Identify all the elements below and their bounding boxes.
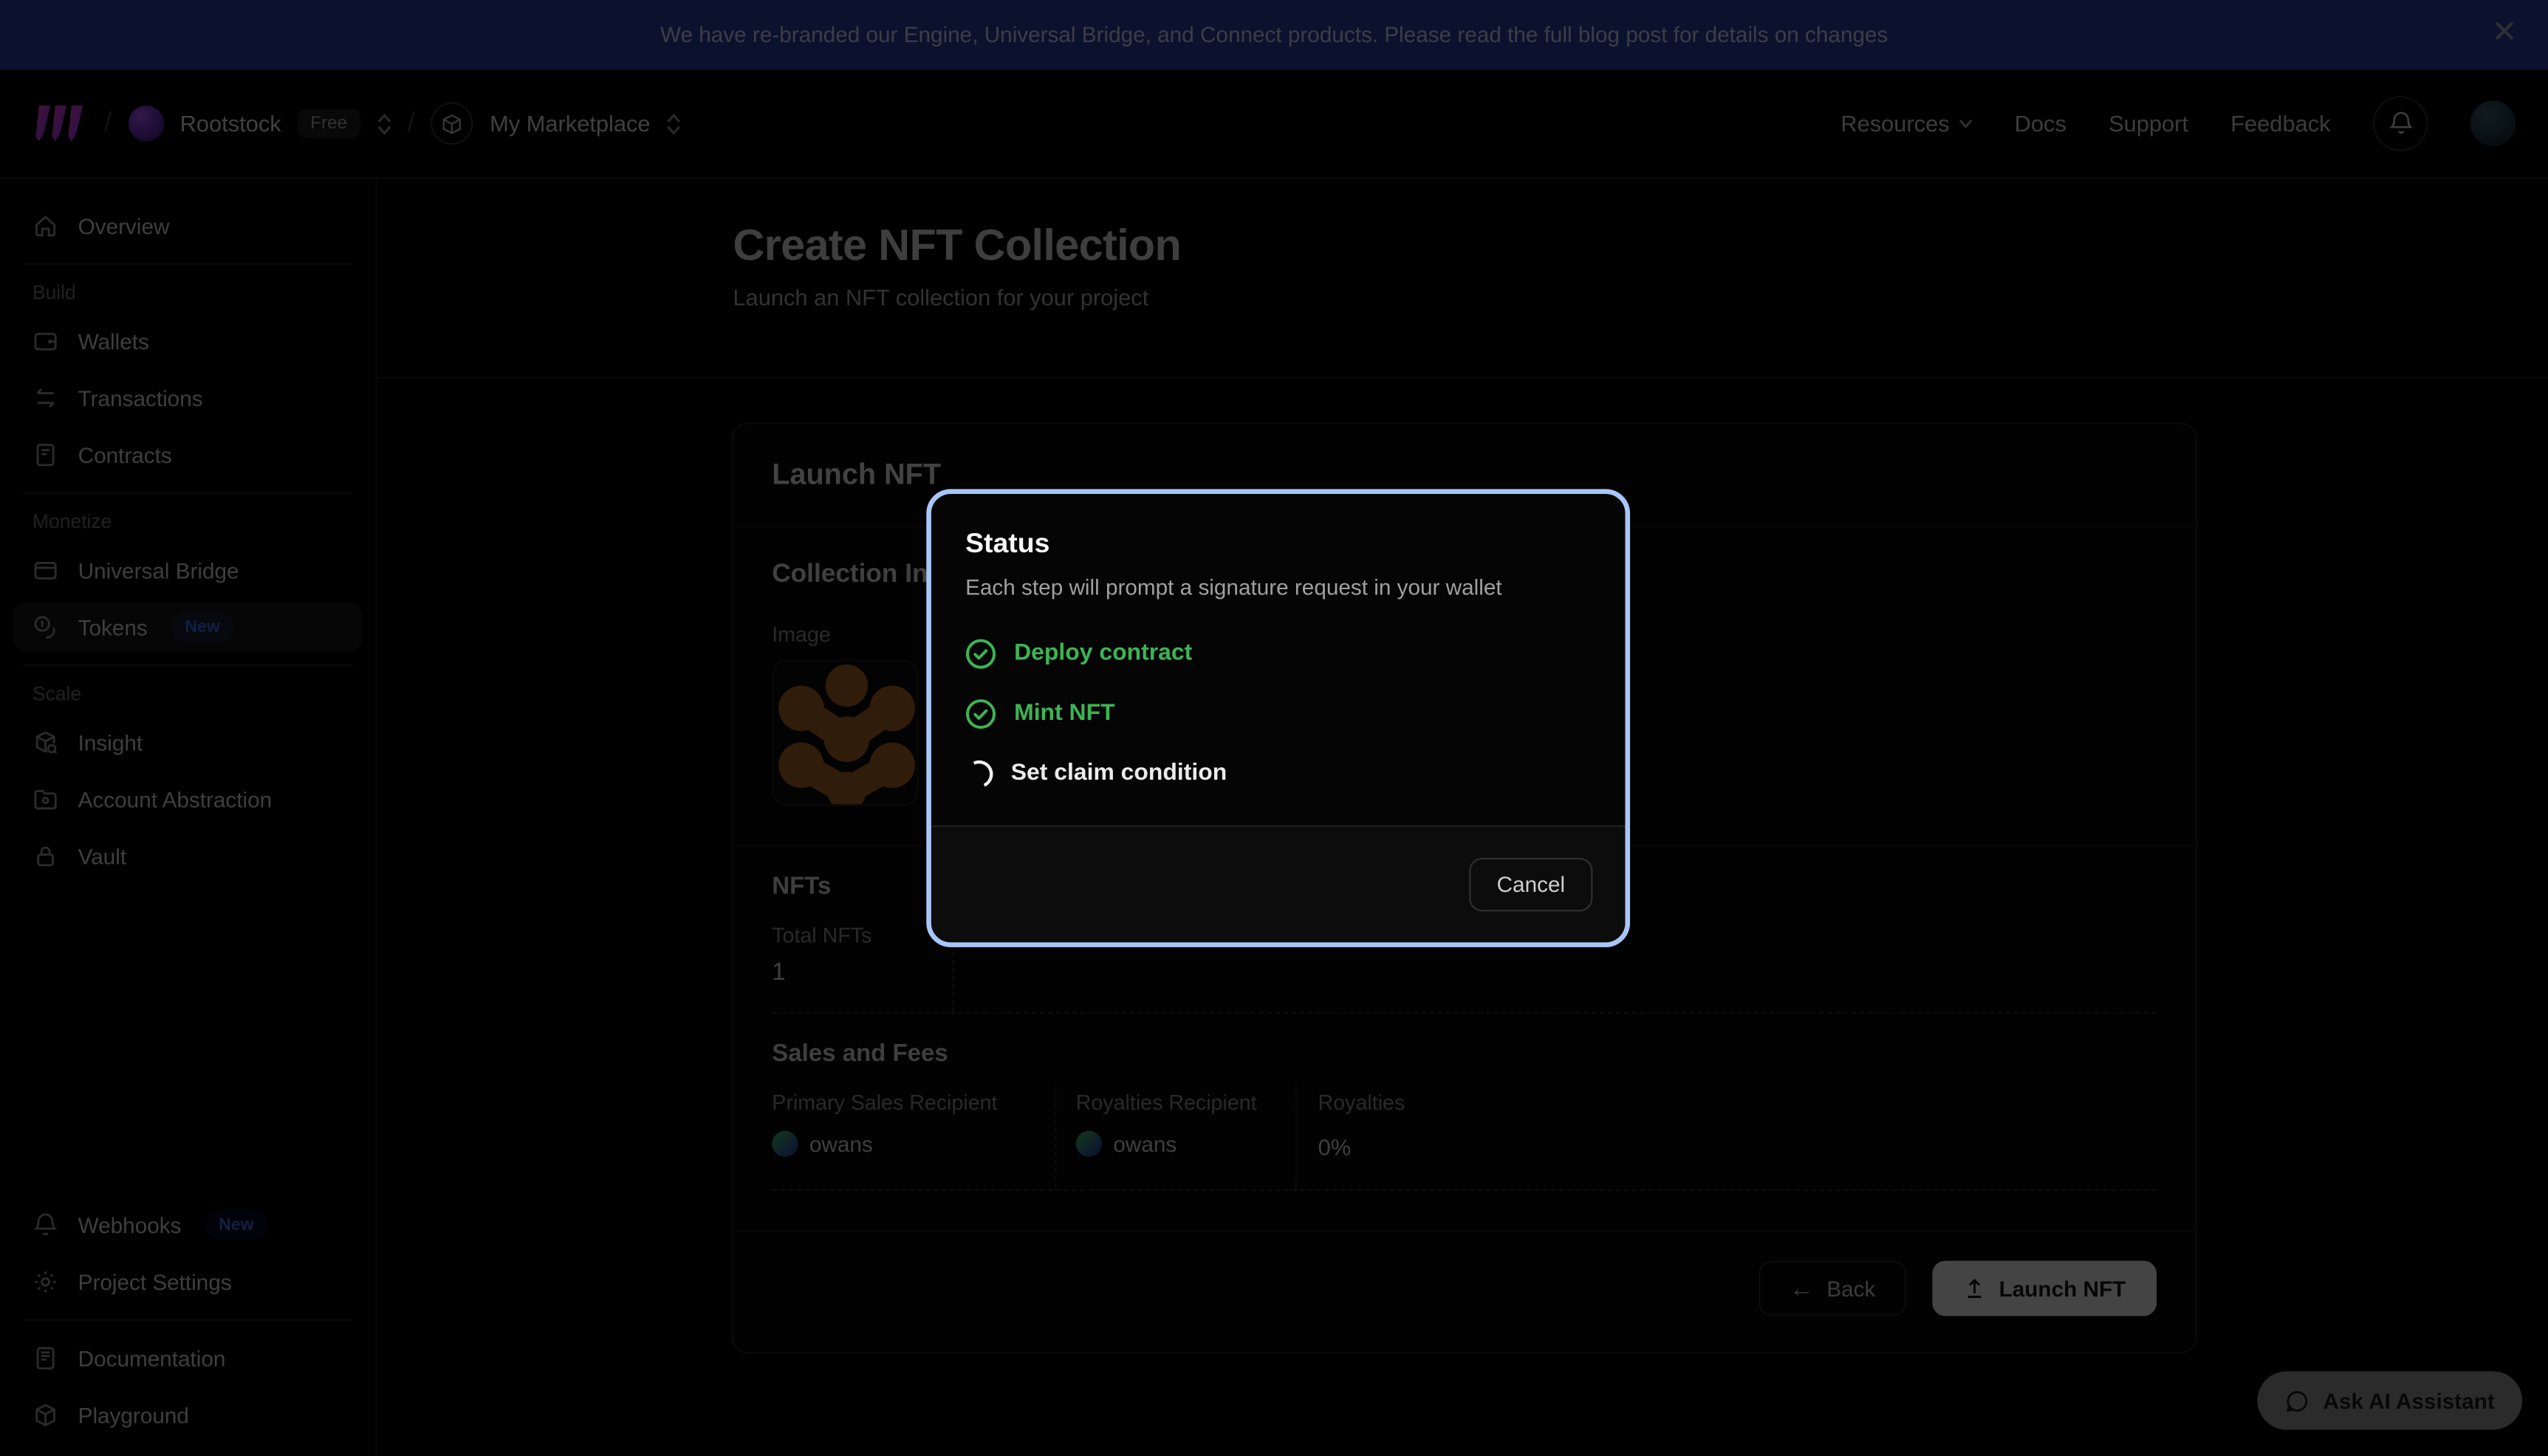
spinner-icon	[962, 755, 997, 791]
step-mint-nft: Mint NFT	[965, 696, 1591, 731]
step-set-claim-condition: Set claim condition	[965, 755, 1591, 791]
app-window: We have re-branded our Engine, Universal…	[0, 0, 2548, 1456]
status-dialog: Status Each step will prompt a signature…	[926, 489, 1630, 947]
step-deploy-contract: Deploy contract	[965, 635, 1591, 670]
dialog-title: Status	[965, 528, 1591, 560]
step-label: Deploy contract	[1014, 640, 1192, 666]
cancel-button[interactable]: Cancel	[1469, 858, 1592, 912]
check-circle-icon	[965, 698, 996, 729]
dialog-footer: Cancel	[931, 825, 1626, 942]
check-circle-icon	[965, 638, 996, 669]
step-label: Set claim condition	[1011, 760, 1227, 786]
dialog-subtitle: Each step will prompt a signature reques…	[965, 575, 1591, 600]
step-label: Mint NFT	[1014, 700, 1114, 726]
